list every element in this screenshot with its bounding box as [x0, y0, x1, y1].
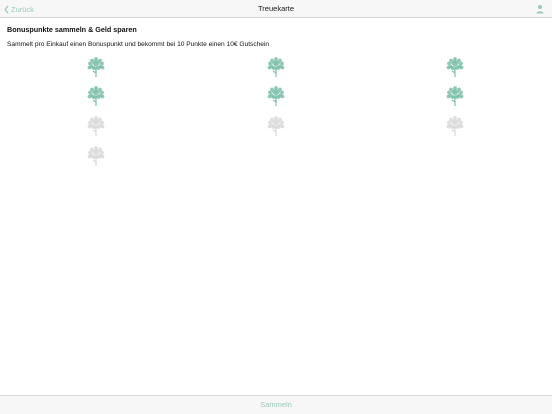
loyalty-card: Bonuspunkte sammeln & Geld sparen Sammel… [7, 25, 545, 48]
tree-icon [87, 116, 105, 136]
person-icon[interactable] [535, 4, 545, 14]
stamp-empty [86, 115, 106, 137]
stamp-collected [266, 56, 286, 78]
stamp-collected [445, 85, 465, 107]
card-description: Sammelt pro Einkauf einen Bonuspunkt und… [7, 41, 270, 48]
tree-icon [87, 86, 105, 106]
stamp-collected [86, 56, 106, 78]
page-title: Treuekarte [258, 4, 294, 13]
stamp-empty [445, 115, 465, 137]
tree-icon [87, 146, 105, 166]
tree-icon [267, 86, 285, 106]
card-heading: Bonuspunkte sammeln & Geld sparen [7, 25, 137, 34]
collect-button[interactable]: Sammeln [0, 400, 552, 409]
stamp-empty [266, 115, 286, 137]
stamp-collected [266, 85, 286, 107]
tree-icon [267, 57, 285, 77]
stamp-collected [86, 85, 106, 107]
stamp-empty [86, 145, 106, 167]
stamp-grid [0, 0, 552, 414]
tree-icon [446, 116, 464, 136]
navigation-bar: Zurück Treuekarte [0, 0, 552, 18]
tree-icon [446, 57, 464, 77]
tree-icon [267, 116, 285, 136]
tree-icon [446, 86, 464, 106]
stamp-collected [445, 56, 465, 78]
tree-icon [87, 57, 105, 77]
footer-bar: Sammeln [0, 395, 552, 414]
